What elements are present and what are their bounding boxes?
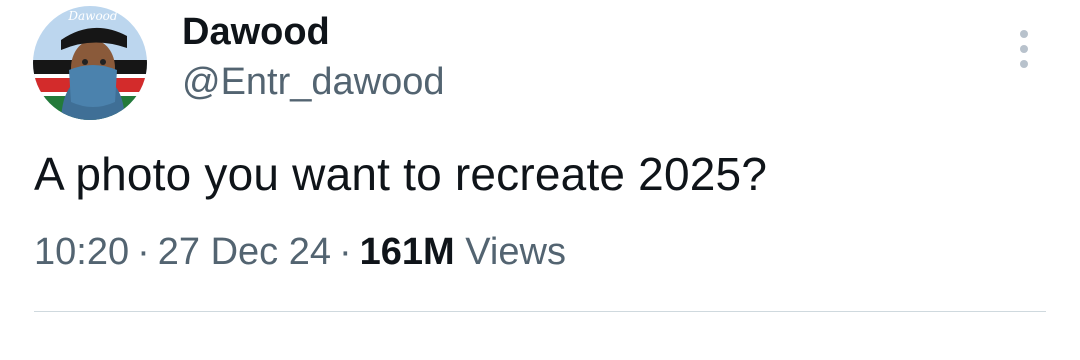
avatar-image: Dawood (33, 6, 147, 120)
meta-separator: · (137, 231, 150, 273)
views-count: 161M (359, 231, 455, 273)
author-handle[interactable]: @Entr_dawood (182, 60, 445, 104)
tweet-time[interactable]: 10:20 (34, 231, 129, 273)
tweet-text: A photo you want to recreate 2025? (34, 148, 768, 200)
meta-separator: · (338, 231, 352, 273)
divider (34, 311, 1046, 312)
avatar[interactable]: Dawood (33, 6, 147, 120)
tweet-meta: 10:20 · 27 Dec 24 · 161M Views (34, 228, 566, 276)
avatar-badge-text: Dawood (67, 9, 117, 23)
author-name[interactable]: Dawood (182, 10, 330, 54)
views-label: Views (465, 231, 566, 273)
more-options-button[interactable] (1004, 26, 1044, 72)
tweet-date[interactable]: 27 Dec 24 (158, 231, 331, 273)
more-vertical-icon (1020, 30, 1028, 68)
